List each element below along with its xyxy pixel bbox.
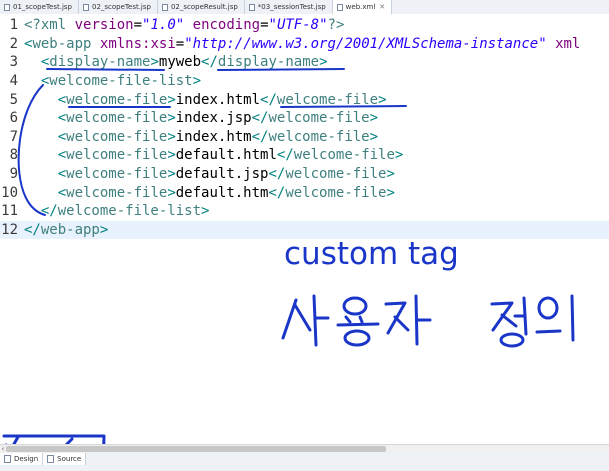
code-content: <welcome-file>default.html</welcome-file…: [57, 147, 404, 164]
code-content: <welcome-file-list>: [40, 73, 202, 90]
tab-label: 02_scopeTest.jsp: [91, 3, 151, 11]
scrollbar-thumb[interactable]: [6, 446, 386, 452]
line-number: 4: [9, 73, 18, 90]
line-number: 10: [1, 184, 18, 201]
tab-label: 01_scopeTest.jsp: [13, 3, 72, 11]
jsp-file-icon: [248, 3, 255, 11]
tab-source[interactable]: Source: [43, 453, 87, 465]
close-icon[interactable]: ✕: [379, 3, 385, 11]
tab-label: 02_scopeResult.jsp: [170, 3, 238, 11]
tab-02-scopetest[interactable]: 02_scopeTest.jsp: [79, 0, 158, 14]
tab-design[interactable]: Design: [0, 453, 44, 465]
code-content: <welcome-file>default.jsp</welcome-file>: [57, 166, 395, 183]
code-line: 4 <welcome-file-list>: [0, 72, 609, 91]
code-line: 1 <?xml version="1.0" encoding="UTF-8"?>: [0, 16, 609, 35]
tab-web-xml[interactable]: web.xml ✕: [332, 0, 393, 14]
tab-02-scoperesult[interactable]: 02_scopeResult.jsp: [158, 0, 245, 14]
editor-tab-bar: 01_scopeTest.jsp 02_scopeTest.jsp 02_sco…: [0, 0, 609, 15]
code-content: <welcome-file>index.htm</welcome-file>: [57, 128, 379, 145]
tab-label: *03_sessionTest.jsp: [257, 3, 326, 11]
tab-03-sessiontest[interactable]: *03_sessionTest.jsp: [245, 0, 333, 14]
code-content: <web-app xmlns:xsi="http://www.w3.org/20…: [24, 35, 581, 52]
code-line: 9 <welcome-file>default.jsp</welcome-fil…: [0, 165, 609, 184]
jsp-file-icon: [161, 3, 168, 11]
line-number: 3: [9, 54, 18, 71]
line-number: 5: [9, 91, 18, 108]
xml-file-icon: [336, 3, 343, 11]
source-view-icon: [47, 455, 55, 463]
line-number: 2: [9, 35, 18, 52]
jsp-file-icon: [4, 3, 10, 11]
line-number: 11: [1, 203, 18, 220]
code-line: 3 <display-name>myweb</display-name>: [0, 53, 609, 72]
code-line: 5 <welcome-file>index.html</welcome-file…: [0, 90, 609, 109]
code-content: </welcome-file-list>: [40, 203, 210, 220]
code-line: 10 <welcome-file>default.htm</welcome-fi…: [0, 183, 609, 202]
tab-01-scopetest[interactable]: 01_scopeTest.jsp: [0, 0, 79, 14]
line-number: 8: [9, 147, 18, 164]
line-number: 9: [9, 166, 18, 183]
handwritten-annotation-custom-tag: custom tag: [284, 236, 459, 272]
source-editor[interactable]: 1 <?xml version="1.0" encoding="UTF-8"?>…: [0, 14, 609, 444]
line-number: 6: [9, 110, 18, 127]
code-line: 11 </welcome-file-list>: [0, 202, 609, 221]
editor-mode-tabs: Design Source: [0, 453, 609, 471]
code-content: <?xml version="1.0" encoding="UTF-8"?>: [24, 17, 345, 34]
jsp-file-icon: [82, 3, 89, 11]
code-content: <display-name>myweb</display-name>: [40, 54, 328, 71]
tab-label: web.xml: [345, 3, 376, 11]
code-line: 2 <web-app xmlns:xsi="http://www.w3.org/…: [0, 35, 609, 54]
tab-label: Design: [14, 455, 39, 463]
line-number: 7: [9, 128, 18, 145]
code-content: <welcome-file>index.jsp</welcome-file>: [57, 110, 379, 127]
line-number: 12: [1, 221, 18, 238]
line-number: 1: [9, 17, 18, 34]
code-line: 6 <welcome-file>index.jsp</welcome-file>: [0, 109, 609, 128]
tab-label: Source: [57, 455, 82, 463]
code-content: </web-app>: [24, 221, 109, 238]
code-content: <welcome-file>index.html</welcome-file>: [57, 91, 387, 108]
code-line: 8 <welcome-file>default.html</welcome-fi…: [0, 146, 609, 165]
code-content: <welcome-file>default.htm</welcome-file>: [57, 184, 395, 201]
code-line: 7 <welcome-file>index.htm</welcome-file>: [0, 128, 609, 147]
design-view-icon: [4, 455, 11, 463]
